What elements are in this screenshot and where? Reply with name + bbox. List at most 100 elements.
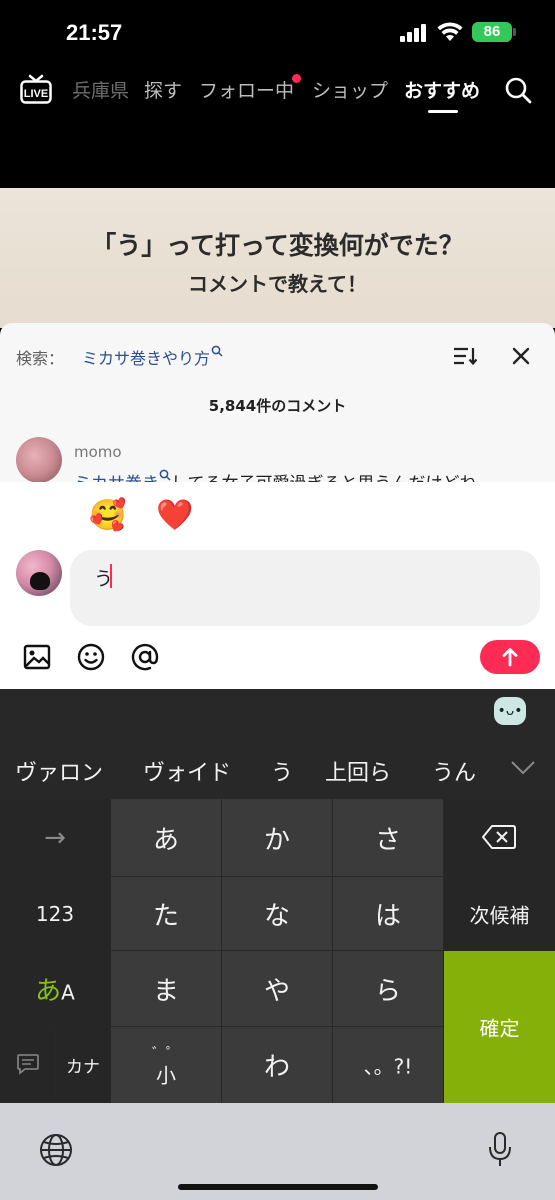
key-label: は	[374, 901, 401, 931]
tab-shop[interactable]: ショップ	[312, 76, 388, 103]
candidate-item[interactable]: 上回ら	[325, 755, 391, 787]
video-caption-title: 「う」って打って変換何がでた？	[91, 231, 464, 260]
keyboard-app-icon[interactable]: •ᴗ•	[494, 697, 526, 725]
key-sa[interactable]: さ	[333, 799, 443, 876]
key-label: カナ	[66, 1057, 100, 1078]
key-label: あ	[152, 825, 179, 855]
cellular-signal-icon	[400, 24, 428, 42]
comment-username[interactable]: momo	[74, 443, 122, 461]
battery-icon: 86	[472, 22, 512, 42]
emoji-button[interactable]: 🥰	[88, 496, 128, 536]
emoji-button[interactable]: 😏	[424, 496, 464, 536]
kana-key[interactable]: カナ	[56, 1027, 110, 1103]
key-ha[interactable]: は	[333, 877, 443, 950]
numbers-key[interactable]: 123	[0, 877, 110, 950]
key-label: な	[263, 901, 290, 931]
candidate-item[interactable]: う	[271, 755, 293, 787]
message-icon	[17, 1054, 39, 1075]
avatar[interactable]	[16, 437, 62, 483]
key-label: さ	[374, 825, 401, 855]
key-ma[interactable]: ま	[111, 951, 221, 1026]
search-label: 検索：	[16, 349, 65, 368]
video-frame[interactable]: 「う」って打って変換何がでた？ コメントで教えて！	[0, 188, 555, 328]
key-label: ら	[374, 976, 401, 1006]
tab-region[interactable]: 兵庫県	[72, 76, 129, 103]
key-label: ま	[152, 976, 179, 1006]
arrow-up-icon	[502, 648, 518, 667]
input-mode-key[interactable]: あA	[0, 951, 110, 1026]
key-label: 確定	[479, 1016, 520, 1041]
notification-dot	[292, 74, 301, 83]
sort-icon[interactable]	[453, 346, 477, 366]
tab-following[interactable]: フォロー中	[199, 76, 294, 103]
next-candidate-key[interactable]: 次候補	[444, 877, 555, 950]
key-wa[interactable]: わ	[222, 1027, 332, 1103]
key-ka[interactable]: か	[222, 799, 332, 876]
emoji-picker-icon[interactable]	[76, 642, 106, 672]
image-icon[interactable]	[22, 642, 52, 672]
keyboard-bottom-bar	[0, 1103, 555, 1200]
live-icon[interactable]: LIVE	[20, 74, 52, 104]
backspace-icon	[482, 825, 516, 849]
comment-count: 5,844件のコメント	[208, 397, 347, 415]
key-label: 123	[35, 901, 75, 926]
candidate-item[interactable]: ヴァロン	[15, 755, 103, 787]
video-caption-subtitle: コメントで教えて！	[188, 272, 367, 296]
emoji-button[interactable]: ❤️	[155, 496, 195, 536]
key-na[interactable]: な	[222, 877, 332, 950]
tab-for-you[interactable]: おすすめ	[404, 76, 480, 103]
emoji-button[interactable]: 😳	[357, 496, 397, 536]
avatar	[16, 550, 62, 596]
chevron-down-icon[interactable]	[510, 757, 536, 777]
key-label: 次候補	[469, 903, 530, 927]
arrow-right-icon: →	[44, 822, 66, 853]
send-button[interactable]	[480, 640, 540, 674]
related-search-text: ミカサ巻きやり方	[82, 349, 211, 368]
related-search-link[interactable]: ミカサ巻きやり方	[82, 345, 223, 369]
emoji-button[interactable]: 😭	[21, 496, 61, 536]
search-icon[interactable]	[504, 76, 532, 104]
clock: 21:57	[66, 20, 123, 45]
delete-key[interactable]	[444, 799, 555, 876]
cat-silhouette	[30, 572, 50, 590]
close-icon[interactable]	[510, 345, 532, 367]
key-label: か	[263, 825, 290, 855]
key-ra[interactable]: ら	[333, 951, 443, 1026]
candidate-item[interactable]: うん	[432, 755, 476, 787]
key-ta[interactable]: た	[111, 877, 221, 950]
active-tab-indicator	[428, 110, 458, 113]
mention-icon[interactable]	[130, 642, 160, 672]
comments-panel: 検索： ミカサ巻きやり方 5,844件のコメント momo ミカサ巻き してる女子…	[0, 323, 555, 488]
status-bar: 21:57 86	[0, 0, 555, 62]
battery-tip	[513, 28, 516, 36]
microphone-icon[interactable]	[486, 1131, 514, 1169]
emoji-button[interactable]: 😁	[222, 496, 262, 536]
comment-input[interactable]: う	[70, 550, 540, 626]
tab-explore[interactable]: 探す	[144, 76, 182, 103]
punctuation-key[interactable]: 、。?!	[333, 1027, 443, 1103]
key-ya[interactable]: や	[222, 951, 332, 1026]
search-small-icon	[159, 469, 171, 481]
confirm-key[interactable]: 確定	[444, 951, 555, 1103]
cursor-right-key[interactable]: →	[0, 799, 110, 876]
candidate-item[interactable]: ヴォイド	[143, 755, 231, 787]
globe-icon[interactable]	[38, 1132, 74, 1168]
top-navigation: LIVE 兵庫県 探す フォロー中 ショップ おすすめ	[0, 62, 555, 188]
emoji-button[interactable]: 😅	[492, 496, 532, 536]
emoji-keyboard-key[interactable]	[0, 1027, 55, 1103]
key-label: わ	[263, 1052, 290, 1083]
mode-hiragana: あ	[35, 976, 62, 1006]
comment-composer: 😭 🥰 ❤️ 😁 😂 😳 😏 😅 う	[0, 482, 555, 689]
quick-emoji-row: 😭 🥰 ❤️ 😁 😂 😳 😏 😅	[0, 496, 555, 536]
home-indicator[interactable]	[178, 1184, 378, 1190]
search-small-icon	[211, 345, 223, 357]
key-label: た	[152, 901, 179, 931]
small-kana-label: 小	[156, 1063, 176, 1088]
key-a[interactable]: あ	[111, 799, 221, 876]
mode-alpha: A	[61, 980, 75, 1004]
dakuten-key[interactable]: ゛゜ 小	[111, 1027, 221, 1103]
candidate-bar: ヴァロン ヴォイド う 上回ら うん	[0, 745, 555, 795]
key-label: 、。?!	[363, 1054, 413, 1079]
emoji-button[interactable]: 😂	[289, 496, 329, 536]
wifi-icon	[437, 22, 463, 41]
